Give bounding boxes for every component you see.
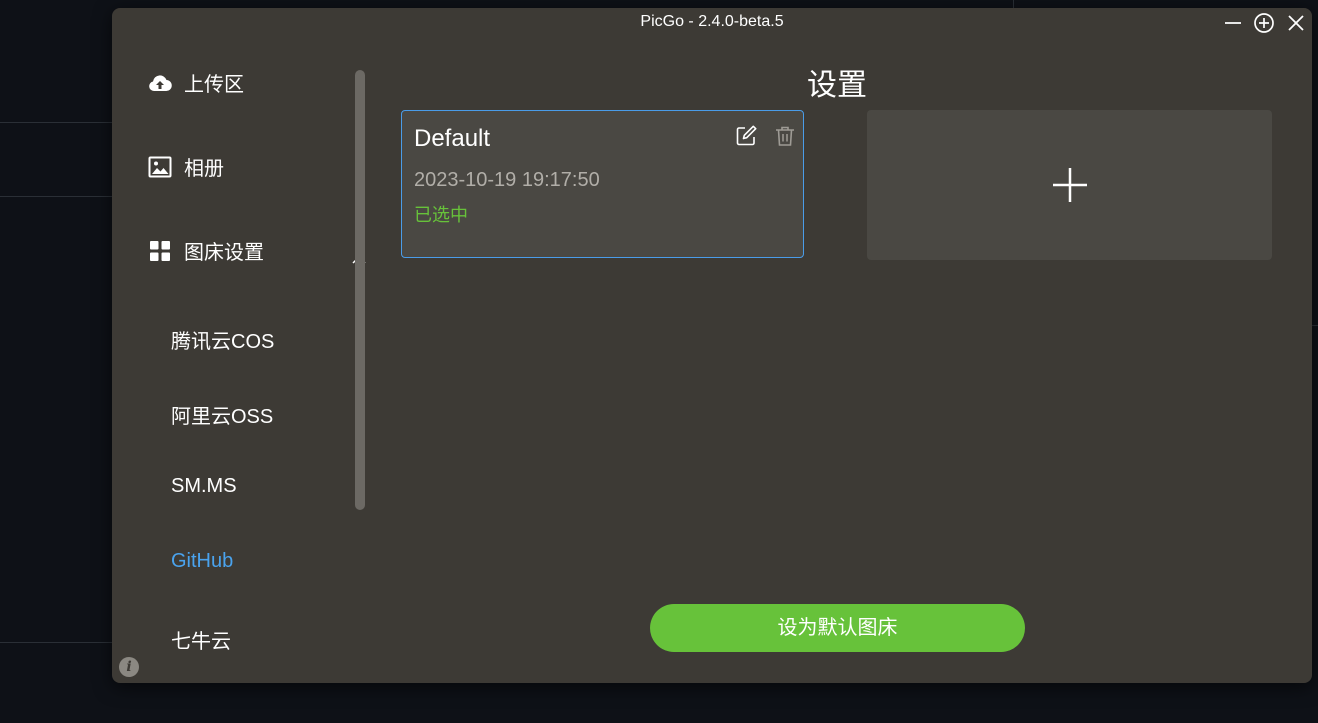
picgo-window: PicGo - 2.4.0-beta.5 上传区 相册 图床设置 腾讯云COS … (112, 8, 1312, 683)
add-config-button[interactable] (867, 110, 1272, 260)
config-date: 2023-10-19 19:17:50 (414, 169, 600, 191)
config-name: Default (414, 125, 491, 152)
main-content: 设置 Default 2023-10-19 19:17:50 已选中 设为默认图… (362, 38, 1312, 683)
sidebar: 上传区 相册 图床设置 腾讯云COS 阿里云OSS SM.MS GitHub 七… (112, 38, 366, 683)
minus-icon (1225, 22, 1241, 24)
background-divider (0, 642, 112, 643)
background-divider (0, 122, 112, 123)
sidebar-item-smms[interactable]: SM.MS (171, 475, 237, 498)
always-on-top-button[interactable] (1251, 10, 1277, 36)
sidebar-item-github[interactable]: GitHub (171, 550, 233, 573)
cloud-upload-icon (147, 70, 173, 96)
grid-icon (147, 238, 173, 264)
sidebar-item-gallery[interactable]: 相册 (147, 152, 224, 181)
sidebar-item-qiniu[interactable]: 七牛云 (171, 625, 231, 654)
sidebar-item-label: 图床设置 (184, 242, 264, 264)
minimize-button[interactable] (1220, 10, 1246, 36)
background-divider (1013, 0, 1014, 8)
edit-icon[interactable] (735, 125, 757, 152)
status-badge: 已选中 (414, 205, 468, 225)
info-icon[interactable]: i (119, 657, 139, 677)
plus-icon (1052, 168, 1087, 202)
trash-icon[interactable] (774, 125, 796, 152)
sidebar-item-label: 相册 (184, 158, 224, 180)
close-icon (1288, 15, 1304, 31)
picture-icon (147, 154, 173, 180)
background-divider (0, 196, 112, 197)
window-title: PicGo - 2.4.0-beta.5 (640, 13, 784, 30)
sidebar-item-picbed-settings[interactable]: 图床设置 (147, 236, 366, 265)
sidebar-item-tencent-cos[interactable]: 腾讯云COS (171, 325, 274, 354)
circle-plus-icon (1254, 13, 1274, 33)
close-button[interactable] (1283, 10, 1309, 36)
sidebar-item-aliyun-oss[interactable]: 阿里云OSS (171, 400, 273, 429)
sidebar-item-upload[interactable]: 上传区 (147, 68, 244, 97)
config-card[interactable]: Default 2023-10-19 19:17:50 已选中 (401, 110, 804, 258)
background-divider (1312, 325, 1318, 326)
page-title: 设置 (807, 69, 867, 102)
set-default-picbed-button[interactable]: 设为默认图床 (650, 604, 1025, 652)
sidebar-item-label: 上传区 (184, 74, 244, 96)
title-bar[interactable]: PicGo - 2.4.0-beta.5 (112, 8, 1312, 38)
